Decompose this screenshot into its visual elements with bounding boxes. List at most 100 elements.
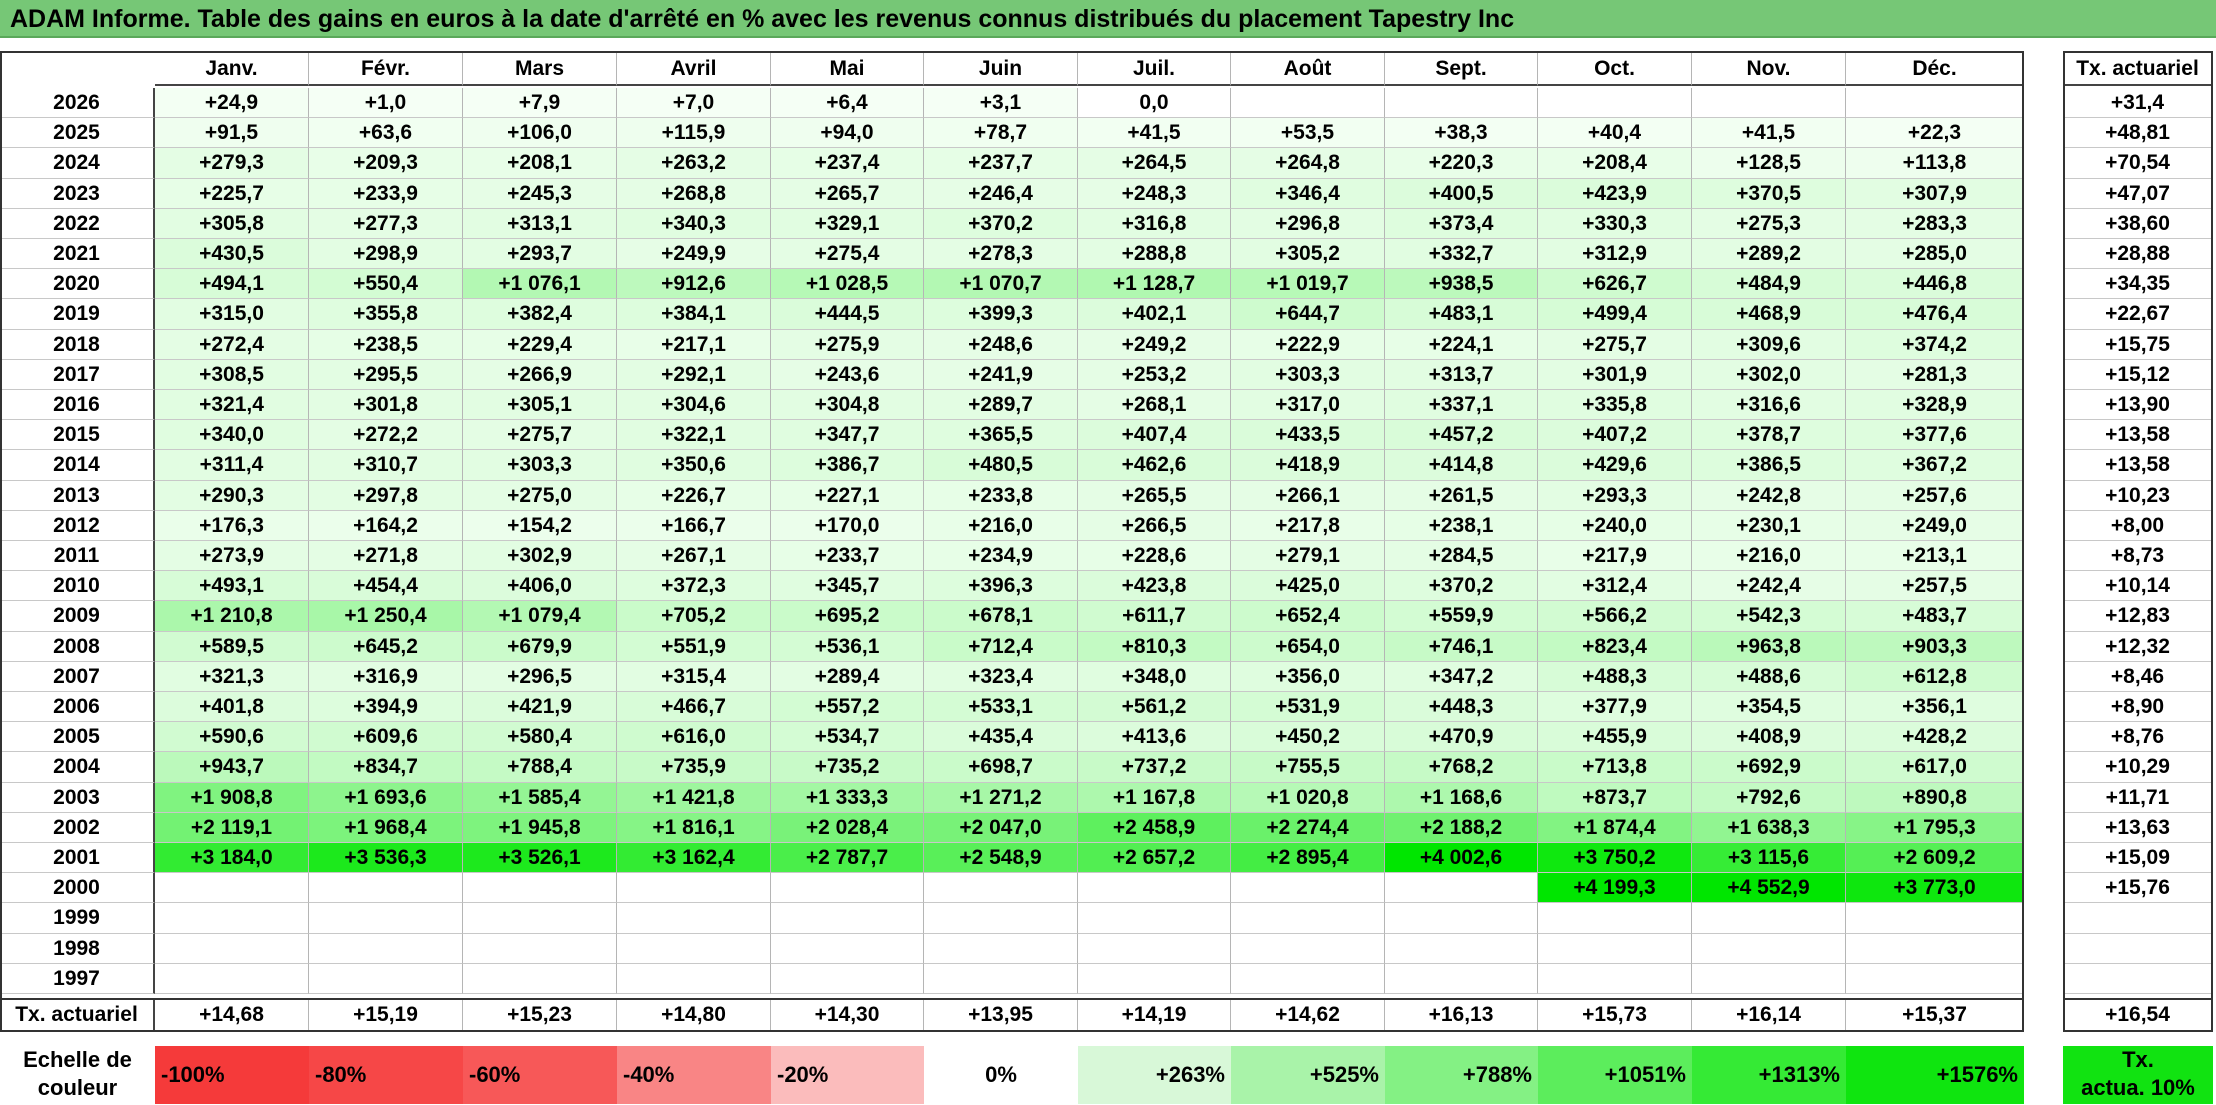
gain-cell: +275,7	[463, 420, 617, 451]
gain-cell	[1231, 88, 1385, 119]
year-label: 2001	[0, 843, 155, 874]
year-label: 2007	[0, 661, 155, 692]
gain-cell: +2 548,9	[924, 843, 1078, 874]
gain-cell: +912,6	[617, 269, 771, 300]
footer-annual-rate: +15,19	[309, 998, 463, 1032]
gain-cell: +589,5	[155, 631, 309, 662]
year-label: 2004	[0, 752, 155, 783]
color-scale-swatch: -20%	[771, 1046, 924, 1104]
gain-cell	[617, 933, 771, 964]
gain-cell: +2 028,4	[771, 812, 924, 843]
gain-cell: +275,0	[463, 480, 617, 511]
month-header: Oct.	[1538, 51, 1692, 86]
year-label: 2017	[0, 359, 155, 390]
gain-cell	[1231, 873, 1385, 904]
gain-cell: +275,4	[771, 239, 924, 270]
gain-cell: +94,0	[771, 118, 924, 149]
gain-cell: +238,5	[309, 329, 463, 360]
page-title: ADAM Informe. Table des gains en euros à…	[0, 0, 2216, 38]
gain-cell: +321,4	[155, 390, 309, 421]
gain-cell: +63,6	[309, 118, 463, 149]
gain-cell: +332,7	[1385, 239, 1538, 270]
gain-cell: +1 421,8	[617, 782, 771, 813]
gain-cell: +249,0	[1846, 510, 2024, 541]
gain-cell: +823,4	[1538, 631, 1692, 662]
gain-cell: +1 693,6	[309, 782, 463, 813]
gain-cell	[1692, 88, 1846, 119]
gain-cell: +225,7	[155, 178, 309, 209]
gain-cell: +284,5	[1385, 541, 1538, 572]
gain-cell: +217,1	[617, 329, 771, 360]
gain-cell: +3,1	[924, 88, 1078, 119]
gain-cell: +253,2	[1078, 359, 1231, 390]
gain-cell: +323,4	[924, 661, 1078, 692]
gain-cell: +402,1	[1078, 299, 1231, 330]
color-scale-swatch: -100%	[155, 1046, 309, 1104]
gain-cell: +418,9	[1231, 450, 1385, 481]
gain-cell: +1 968,4	[309, 812, 463, 843]
gain-cell: +321,3	[155, 661, 309, 692]
month-header: Nov.	[1692, 51, 1846, 86]
year-label: 2009	[0, 601, 155, 632]
gain-cell: 0,0	[1078, 88, 1231, 119]
gain-cell: +466,7	[617, 692, 771, 723]
year-label: 2008	[0, 631, 155, 662]
year-label: 1999	[0, 903, 155, 934]
footer-annual-rate: +14,68	[155, 998, 309, 1032]
gain-cell: +735,9	[617, 752, 771, 783]
year-label: 2020	[0, 269, 155, 300]
gain-cell: +644,7	[1231, 299, 1385, 330]
gain-cell	[1385, 873, 1538, 904]
gain-cell: +3 162,4	[617, 843, 771, 874]
gain-cell: +401,8	[155, 692, 309, 723]
gain-cell	[1385, 963, 1538, 994]
gain-cell: +3 115,6	[1692, 843, 1846, 874]
gain-cell: +348,0	[1078, 661, 1231, 692]
gain-cell: +3 526,1	[463, 843, 617, 874]
gain-cell	[463, 873, 617, 904]
gain-cell	[1385, 933, 1538, 964]
gain-cell: +448,3	[1385, 692, 1538, 723]
gain-cell	[1538, 88, 1692, 119]
gain-cell	[155, 903, 309, 934]
gain-cell: +311,4	[155, 450, 309, 481]
gain-cell: +446,8	[1846, 269, 2024, 300]
year-label: 2026	[0, 88, 155, 119]
gain-cell: +268,8	[617, 178, 771, 209]
gain-cell	[1692, 963, 1846, 994]
gain-cell: +267,1	[617, 541, 771, 572]
gain-cell	[1538, 933, 1692, 964]
annual-rate-header: Tx. actuariel	[2063, 51, 2213, 86]
gain-cell: +903,3	[1846, 631, 2024, 662]
gain-cell: +233,8	[924, 480, 1078, 511]
footer-annual-rate: +14,19	[1078, 998, 1231, 1032]
gain-cell: +249,2	[1078, 329, 1231, 360]
gain-cell: +266,1	[1231, 480, 1385, 511]
gain-cell: +227,1	[771, 480, 924, 511]
month-header: Août	[1231, 51, 1385, 86]
gain-cell: +307,9	[1846, 178, 2024, 209]
gain-cell: +217,9	[1538, 541, 1692, 572]
gain-cell: +534,7	[771, 722, 924, 753]
gain-cell: +7,9	[463, 88, 617, 119]
annual-rate-cell	[2063, 903, 2213, 934]
gain-cell: +1 168,6	[1385, 782, 1538, 813]
gain-cell: +301,8	[309, 390, 463, 421]
annual-rate-cell: +13,58	[2063, 450, 2213, 481]
gain-cell: +41,5	[1692, 118, 1846, 149]
gain-cell	[771, 903, 924, 934]
gain-cell	[771, 873, 924, 904]
month-header: Mai	[771, 51, 924, 86]
gain-cell: +301,9	[1538, 359, 1692, 390]
gain-cell: +228,6	[1078, 541, 1231, 572]
annual-rate-cell: +22,67	[2063, 299, 2213, 330]
gain-cell: +484,9	[1692, 269, 1846, 300]
gain-cell: +435,4	[924, 722, 1078, 753]
gain-cell: +265,5	[1078, 480, 1231, 511]
gain-cell	[155, 933, 309, 964]
gain-cell: +367,2	[1846, 450, 2024, 481]
gain-cell: +288,8	[1078, 239, 1231, 270]
color-scale-swatch: +525%	[1231, 1046, 1385, 1104]
gain-cell: +652,4	[1231, 601, 1385, 632]
color-scale-swatch: +1576%	[1846, 1046, 2024, 1104]
